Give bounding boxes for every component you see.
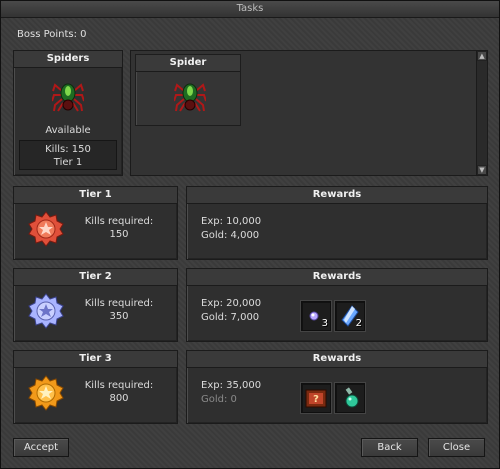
rewards-title: Rewards — [187, 269, 487, 286]
reward-item-slot[interactable]: 3 — [301, 301, 331, 331]
accept-button[interactable]: Accept — [13, 438, 69, 457]
gold-reward: Gold: 4,000 — [201, 230, 260, 241]
tier-title: Tier 2 — [14, 269, 177, 286]
gold-reward: Gold: 7,000 — [201, 312, 260, 323]
item-count: 3 — [321, 318, 328, 329]
item-count: 2 — [355, 318, 362, 329]
tier-3-rewards: Rewards Exp: 35,000 Gold: 0 ? — [186, 350, 488, 424]
scroll-down-icon[interactable]: ▼ — [477, 165, 487, 175]
rewards-title: Rewards — [187, 187, 487, 204]
kills-required-label: Kills required: — [84, 216, 154, 227]
kills-required: Kills required: 350 — [80, 297, 158, 323]
list-item-label: Spider — [136, 55, 240, 72]
reward-item-slot[interactable] — [335, 383, 365, 413]
tier-title: Tier 3 — [14, 351, 177, 368]
reward-item-slot[interactable]: 2 — [335, 301, 365, 331]
red-medal-icon — [28, 211, 64, 247]
exp-reward: Exp: 20,000 — [201, 298, 262, 309]
tier-title: Tier 1 — [14, 187, 177, 204]
current-tier: Tier 1 — [53, 157, 83, 168]
kills-required-value: 350 — [109, 311, 129, 322]
kills-required-label: Kills required: — [84, 380, 154, 391]
potion-icon — [345, 387, 359, 408]
boss-points-label: Boss Points: 0 — [17, 29, 87, 40]
silver-medal-icon — [28, 293, 64, 329]
monster-list: Spider ▲ ▼ — [130, 50, 488, 176]
gold-reward: Gold: 0 — [201, 394, 237, 405]
selected-monster-card: Spiders Available Kills: 150 Tier 1 — [13, 50, 123, 176]
close-button[interactable]: Close — [428, 438, 485, 457]
reward-item-slot[interactable]: ? — [301, 383, 331, 413]
tasks-window: Tasks Boss Points: 0 Spiders Available K… — [0, 0, 500, 469]
rewards-title: Rewards — [187, 351, 487, 368]
exp-reward: Exp: 35,000 — [201, 380, 262, 391]
rewards-text: Exp: 20,000 Gold: 7,000 — [201, 297, 261, 325]
gold-medal-icon — [28, 375, 64, 411]
list-scrollbar[interactable]: ▲ ▼ — [476, 51, 487, 175]
tier-1-rewards: Rewards Exp: 10,000 Gold: 4,000 — [186, 186, 488, 260]
kills-required-value: 800 — [109, 393, 129, 404]
monster-status: Available — [45, 125, 91, 136]
monster-card-header: Spiders — [14, 51, 122, 68]
back-button[interactable]: Back — [361, 438, 418, 457]
tier-3-panel: Tier 3 Kills required: 800 — [13, 350, 178, 424]
kills-required-value: 150 — [109, 229, 129, 240]
exp-reward: Exp: 10,000 — [201, 216, 262, 227]
rewards-text: Exp: 10,000 Gold: 4,000 — [201, 215, 261, 243]
spider-icon — [174, 83, 206, 112]
spider-icon — [52, 83, 84, 112]
kills-required-label: Kills required: — [84, 298, 154, 309]
tier-2-panel: Tier 2 Kills required: 350 — [13, 268, 178, 342]
tier-1-panel: Tier 1 Kills required: 150 — [13, 186, 178, 260]
rewards-text: Exp: 35,000 Gold: 0 — [201, 379, 261, 407]
window-title: Tasks — [1, 1, 499, 18]
kills-required: Kills required: 150 — [80, 215, 158, 241]
mystery-box-icon: ? — [305, 389, 327, 408]
kills-box: Kills: 150 Tier 1 — [19, 140, 117, 170]
kills-required: Kills required: 800 — [80, 379, 158, 405]
list-item-spider[interactable]: Spider — [135, 54, 241, 126]
svg-text:?: ? — [313, 394, 319, 405]
tier-2-rewards: Rewards Exp: 20,000 Gold: 7,000 3 2 — [186, 268, 488, 342]
kills-count: Kills: 150 — [45, 144, 91, 155]
scroll-up-icon[interactable]: ▲ — [477, 51, 487, 61]
